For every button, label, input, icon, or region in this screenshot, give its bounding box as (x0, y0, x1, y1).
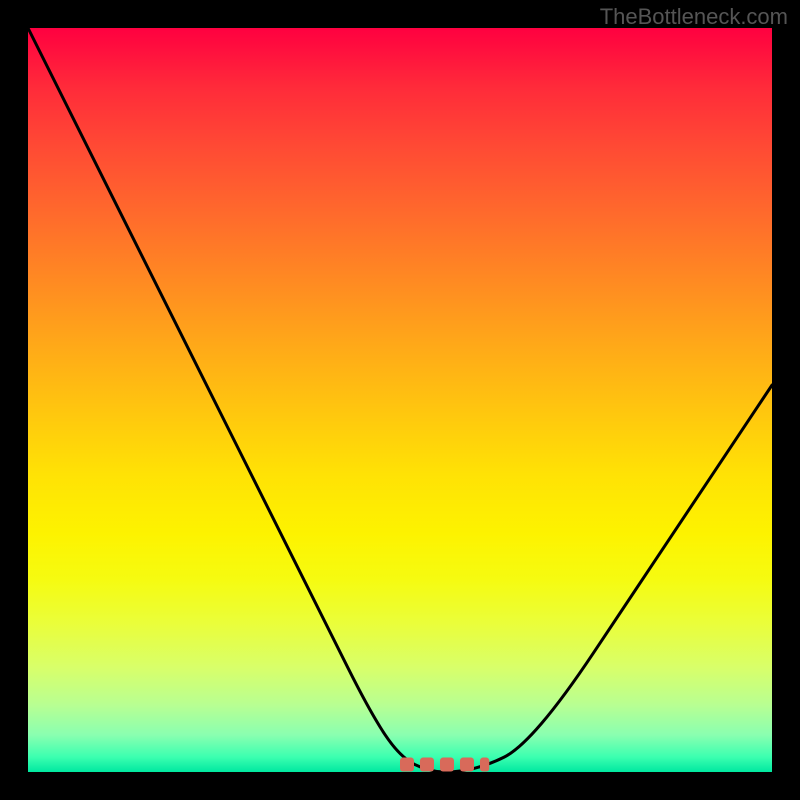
flat-marker-dash (400, 758, 414, 772)
flat-region-markers (400, 758, 489, 772)
flat-marker-dash (480, 758, 489, 772)
chart-svg (28, 28, 772, 772)
flat-marker-dash (440, 758, 454, 772)
chart-plot-area (28, 28, 772, 772)
flat-marker-dash (460, 758, 474, 772)
bottleneck-curve (28, 28, 772, 772)
flat-marker-dash (420, 758, 434, 772)
watermark-text: TheBottleneck.com (600, 4, 788, 30)
